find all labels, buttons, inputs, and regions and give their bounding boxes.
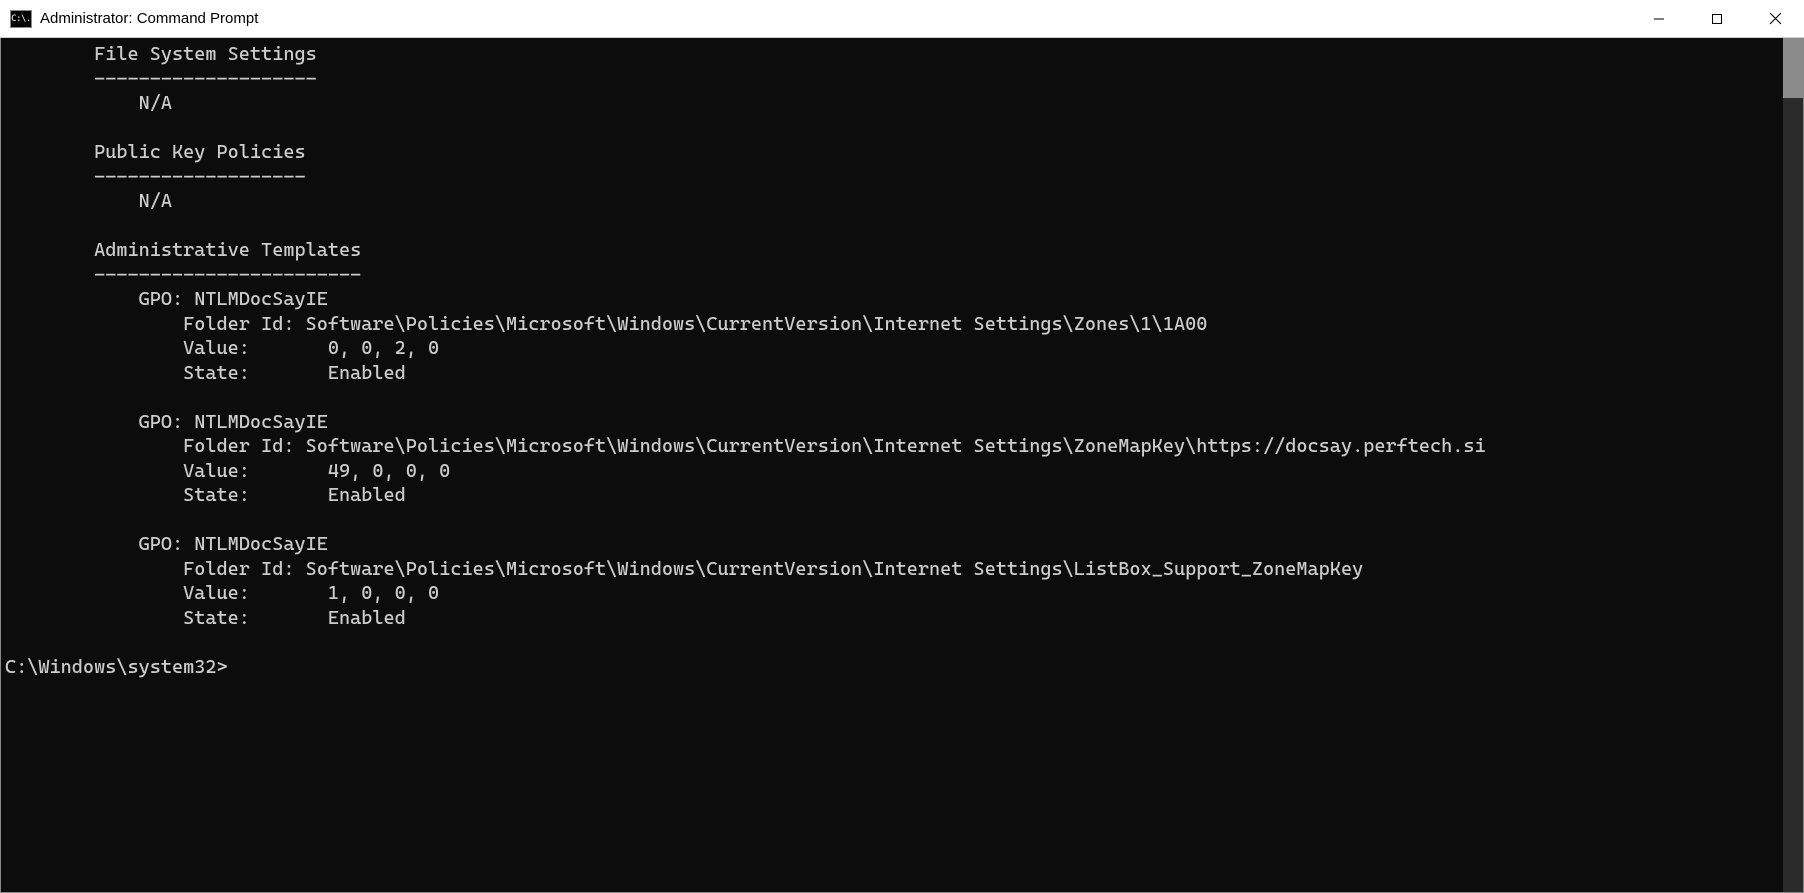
close-button[interactable]: [1746, 0, 1804, 37]
minimize-icon: [1653, 13, 1665, 25]
window-titlebar[interactable]: C:\. Administrator: Command Prompt: [0, 0, 1804, 38]
minimize-button[interactable]: [1630, 0, 1688, 37]
window-controls: [1630, 0, 1804, 37]
terminal-output[interactable]: File System Settings -------------------…: [1, 38, 1783, 892]
maximize-icon: [1711, 13, 1723, 25]
cmd-icon: C:\.: [10, 10, 32, 28]
cmd-icon-text: C:\.: [11, 14, 31, 24]
maximize-button[interactable]: [1688, 0, 1746, 37]
vertical-scrollbar[interactable]: [1783, 38, 1803, 892]
close-icon: [1769, 12, 1782, 25]
terminal-wrapper: File System Settings -------------------…: [0, 38, 1804, 893]
window-title: Administrator: Command Prompt: [40, 10, 1630, 27]
scrollbar-thumb[interactable]: [1783, 38, 1803, 98]
